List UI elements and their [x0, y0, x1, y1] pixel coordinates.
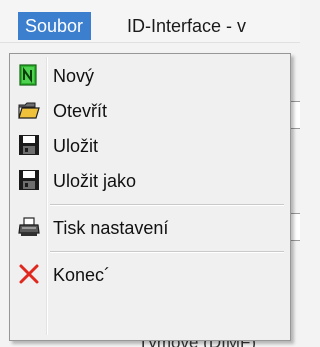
save-as-disk-icon: [18, 169, 40, 191]
menu-item-exit[interactable]: Konec´: [13, 259, 285, 291]
open-folder-icon: [18, 99, 40, 121]
menu-item-label: Nový: [53, 66, 95, 86]
window-title: ID-Interface - v: [127, 16, 247, 36]
close-x-icon: [18, 263, 40, 285]
printer-icon: [18, 216, 40, 238]
menu-item-save[interactable]: Uložit: [13, 130, 285, 162]
menu-item-label: Otevřít: [53, 101, 108, 121]
menu-item-open[interactable]: Otevřít: [13, 95, 285, 127]
menu-item-label: Uložit jako: [53, 171, 137, 191]
menu-bar: Soubor ID-Interface - v: [0, 0, 300, 43]
menu-item-label: Uložit: [53, 136, 99, 156]
menu-item-label: Tisk nastavení: [53, 218, 169, 238]
menu-item-print-setup[interactable]: Tisk nastavení: [13, 212, 285, 244]
new-document-icon: [18, 64, 40, 86]
menu-item-save-as[interactable]: Uložit jako: [13, 165, 285, 197]
menu-separator: [50, 251, 284, 253]
save-disk-icon: [18, 134, 40, 156]
menu-soubor[interactable]: Soubor: [18, 12, 92, 40]
file-menu-dropdown: Nový Otevřít Uložit Uložit jako Tisk nas…: [9, 53, 291, 341]
menu-item-new[interactable]: Nový: [13, 60, 285, 92]
screen: Soubor ID-Interface - v Týmové (DIMF) No…: [0, 0, 300, 347]
menu-separator: [50, 204, 284, 206]
menu-item-label: Konec´: [53, 265, 111, 285]
